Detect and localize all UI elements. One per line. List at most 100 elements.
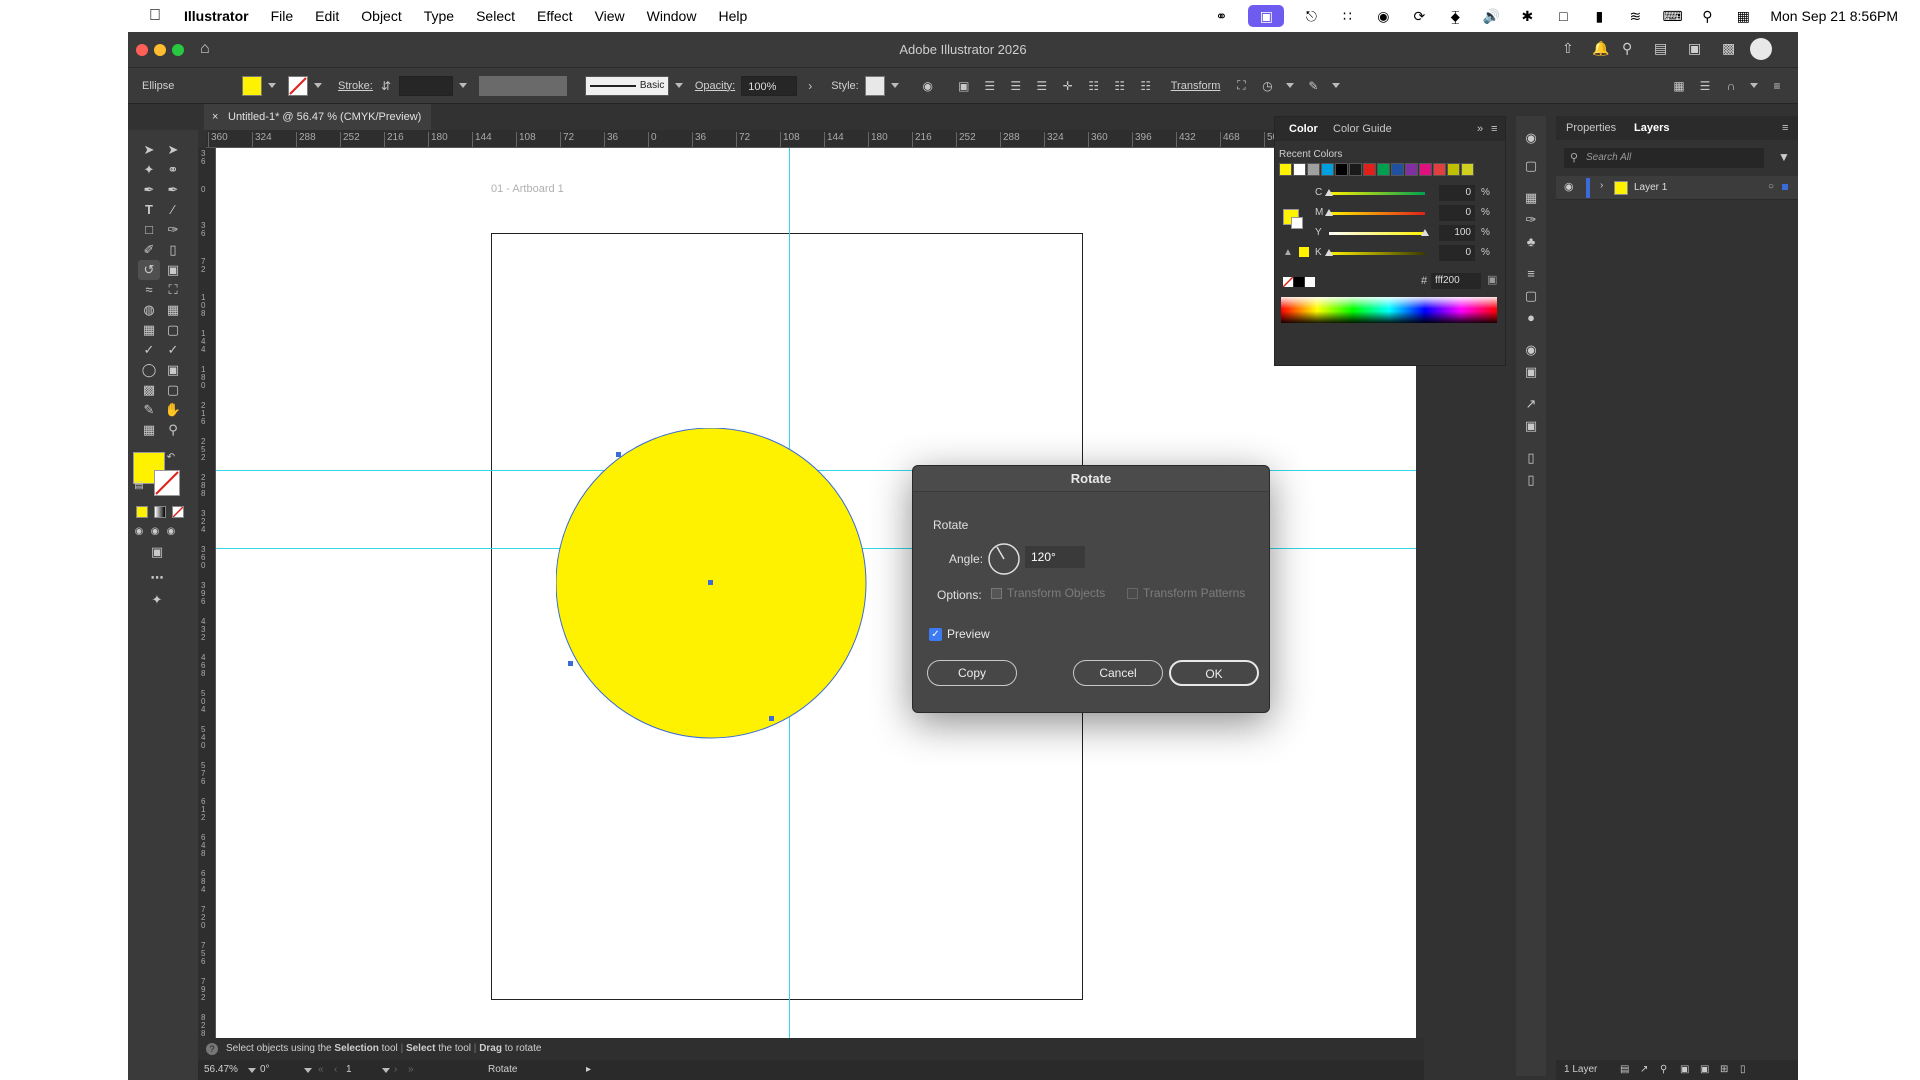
- next-artboard-icon[interactable]: ›: [394, 1060, 397, 1080]
- mesh-tool-icon[interactable]: ▦: [138, 320, 160, 340]
- align-right-icon[interactable]: ☰: [1033, 78, 1051, 94]
- stroke-dropdown-icon[interactable]: [314, 83, 322, 88]
- wifi-icon[interactable]: ≋: [1626, 8, 1644, 24]
- document-tab[interactable]: × Untitled-1* @ 56.47 % (CMYK/Preview): [204, 104, 432, 130]
- menu-type[interactable]: Type: [424, 8, 454, 24]
- edit-toolbar-icon[interactable]: ⋯: [146, 568, 168, 588]
- snap-dropdown-icon[interactable]: [1750, 83, 1758, 88]
- color-mode-icon[interactable]: [136, 506, 148, 518]
- layer-row[interactable]: ◉ › Layer 1 ○: [1556, 176, 1798, 200]
- center-point[interactable]: [708, 580, 713, 585]
- envelope-icon[interactable]: ✎: [1304, 78, 1322, 94]
- opacity-field[interactable]: 100%: [741, 75, 798, 96]
- align-to-icon[interactable]: ▣: [955, 78, 973, 94]
- first-artboard-icon[interactable]: «: [318, 1060, 324, 1080]
- screen-share-icon[interactable]: ▣: [1248, 5, 1285, 27]
- notifications-icon[interactable]: 🔔: [1592, 40, 1609, 57]
- vertical-ruler[interactable]: 3 6 0 3 6 7 2 1 0 8 1 4 4 1 8 0 2 1 6 2 5 2 2 8 8…: [198, 148, 216, 1038]
- none-mode-icon[interactable]: [172, 506, 184, 518]
- share-icon[interactable]: ⇧: [1562, 40, 1574, 57]
- artboards-panel-icon[interactable]: ▣: [1520, 416, 1542, 436]
- channel-slider[interactable]: [1325, 249, 1425, 256]
- recent-color-swatch[interactable]: [1391, 163, 1404, 176]
- recent-color-swatch[interactable]: [1377, 163, 1390, 176]
- stroke-weight-stepper[interactable]: ⇵: [377, 78, 395, 94]
- search-icon[interactable]: ⚲: [1622, 40, 1632, 57]
- properties-panel-icon[interactable]: ◉: [1520, 128, 1542, 148]
- snap-icon[interactable]: ∩: [1722, 78, 1740, 94]
- opacity-expand-icon[interactable]: ›: [801, 78, 819, 94]
- menu-effect[interactable]: Effect: [537, 8, 573, 24]
- current-tool-name[interactable]: Rotate: [488, 1060, 517, 1080]
- menu-app-name[interactable]: Illustrator: [184, 8, 249, 24]
- previous-artboard-icon[interactable]: ‹: [334, 1060, 337, 1080]
- appearance-panel-icon[interactable]: ◉: [1520, 340, 1542, 360]
- battery-icon[interactable]: ▮: [1590, 8, 1608, 24]
- symbol-sprayer-tool-icon[interactable]: ▣: [162, 360, 184, 380]
- measure-tool-icon[interactable]: ✓: [162, 340, 184, 360]
- isolate-dropdown-icon[interactable]: [1286, 83, 1295, 88]
- recent-color-swatch[interactable]: [1405, 163, 1418, 176]
- shaper-tool-icon[interactable]: ✐: [138, 240, 160, 260]
- layer-name[interactable]: Layer 1: [1634, 182, 1667, 193]
- eye-icon[interactable]: ◉: [1374, 8, 1392, 24]
- variable-width-profile[interactable]: [478, 75, 567, 96]
- headphones-icon[interactable]: ⎋: [1302, 8, 1320, 24]
- links-panel-icon[interactable]: ▯: [1520, 470, 1542, 490]
- layers-panel-icon[interactable]: ▦: [1520, 188, 1542, 208]
- puppet-warp-icon[interactable]: ☰: [1696, 78, 1714, 94]
- slider-thumb[interactable]: [1325, 209, 1333, 216]
- ok-button[interactable]: OK: [1169, 660, 1259, 686]
- stroke-weight-field[interactable]: [398, 75, 453, 96]
- screen-mode-icon[interactable]: ▣: [146, 542, 168, 562]
- warp-tool-icon[interactable]: ≈: [138, 280, 160, 300]
- out-of-gamut-icon[interactable]: ▲: [1283, 247, 1293, 258]
- last-artboard-icon[interactable]: »: [408, 1060, 414, 1080]
- delete-layer-icon[interactable]: ▯: [1740, 1060, 1746, 1080]
- artboard-tool-icon[interactable]: ▢: [162, 380, 184, 400]
- menu-select[interactable]: Select: [476, 8, 515, 24]
- tab-color-guide[interactable]: Color Guide: [1333, 117, 1392, 141]
- style-dropdown-icon[interactable]: [890, 83, 899, 88]
- black-swatch[interactable]: [1294, 277, 1304, 287]
- menu-object[interactable]: Object: [361, 8, 401, 24]
- anchor-point[interactable]: [769, 716, 774, 721]
- gradient-mode-icon[interactable]: [154, 506, 166, 518]
- graphic-styles-panel-icon[interactable]: ▣: [1520, 362, 1542, 382]
- artboard-label[interactable]: 01 - Artboard 1: [491, 183, 564, 195]
- new-layer-icon[interactable]: ⊞: [1720, 1060, 1728, 1080]
- align-top-icon[interactable]: ☷: [1085, 78, 1103, 94]
- recent-color-swatch[interactable]: [1279, 163, 1292, 176]
- direct-selection-tool-icon[interactable]: ➤: [162, 140, 184, 160]
- anchor-point[interactable]: [616, 452, 621, 457]
- line-tool-icon[interactable]: ∕: [162, 200, 184, 220]
- stroke-color-box[interactable]: [154, 470, 180, 496]
- menu-edit[interactable]: Edit: [315, 8, 339, 24]
- curvature-tool-icon[interactable]: ✒: [162, 180, 184, 200]
- channel-slider[interactable]: [1325, 209, 1425, 216]
- scale-tool-icon[interactable]: ▣: [162, 260, 184, 280]
- copy-hex-icon[interactable]: ▣: [1487, 273, 1497, 286]
- recent-color-swatch[interactable]: [1363, 163, 1376, 176]
- clipping-mask-icon[interactable]: ▣: [1680, 1060, 1689, 1080]
- tab-color[interactable]: Color: [1289, 117, 1318, 141]
- print-tiling-tool-icon[interactable]: ▦: [138, 420, 160, 440]
- stroke-swatch[interactable]: [288, 75, 308, 96]
- discover-icon[interactable]: ▩: [1722, 40, 1735, 57]
- type-tool-icon[interactable]: T: [138, 200, 160, 220]
- transparency-panel-icon[interactable]: ●: [1520, 308, 1542, 328]
- rotation-dropdown-icon[interactable]: [304, 1068, 312, 1073]
- slice-tool-icon[interactable]: ✎: [138, 400, 160, 420]
- gradient-panel-icon[interactable]: ▢: [1520, 286, 1542, 306]
- eyedropper-tool-icon[interactable]: ✓: [138, 340, 160, 360]
- tab-layers[interactable]: Layers: [1634, 116, 1669, 140]
- blend-tool-icon[interactable]: ◯: [138, 360, 160, 380]
- slider-thumb[interactable]: [1421, 229, 1429, 236]
- export-layer-icon[interactable]: ▤: [1620, 1060, 1629, 1080]
- rotate-tool-icon[interactable]: ↺: [138, 260, 160, 280]
- volume-icon[interactable]: 🔊: [1482, 8, 1500, 24]
- copy-button[interactable]: Copy: [927, 660, 1017, 686]
- menu-help[interactable]: Help: [718, 8, 747, 24]
- angle-dial[interactable]: [987, 542, 1021, 576]
- white-swatch[interactable]: [1305, 277, 1315, 287]
